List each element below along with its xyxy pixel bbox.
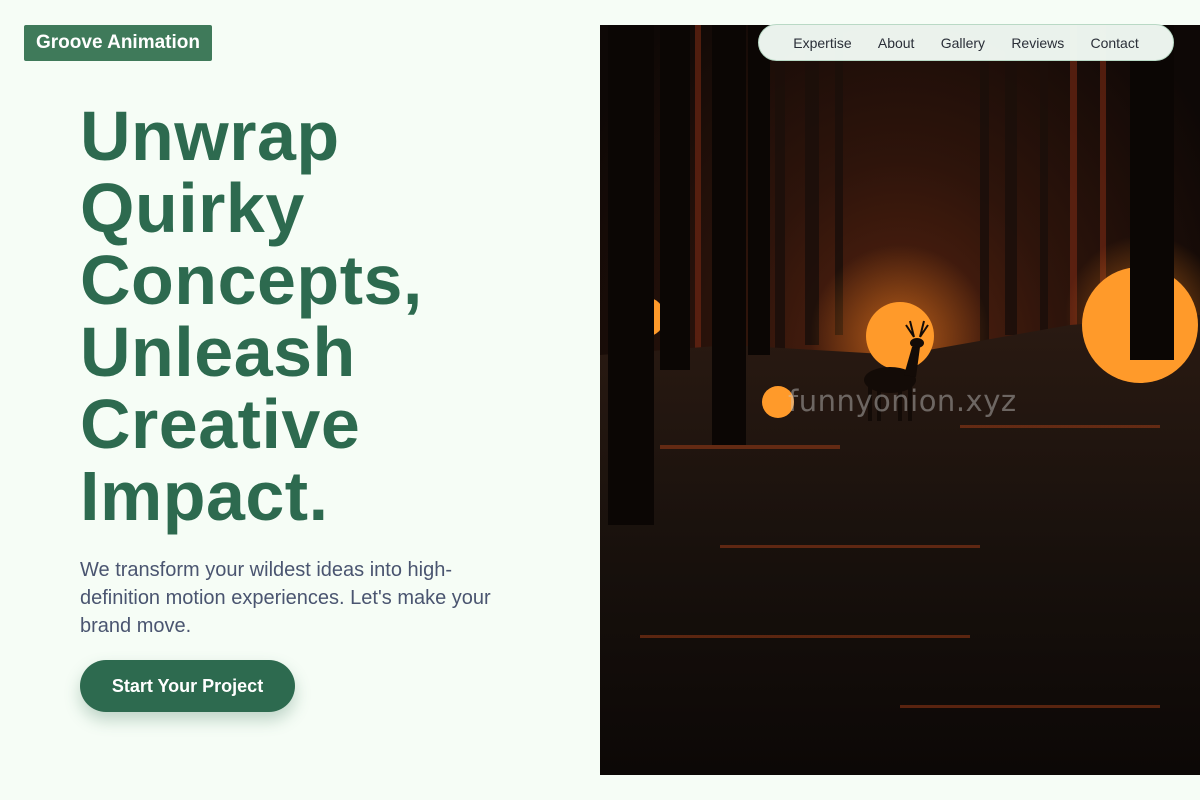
hero-subtext: We transform your wildest ideas into hig… [80, 559, 491, 637]
hero-headline: Unwrap Quirky Concepts, Unleash Creative… [80, 100, 580, 532]
headline-line: Impact. [80, 457, 329, 535]
headline-line: Unwrap [80, 97, 340, 175]
top-navigation: Expertise About Gallery Reviews Contact [758, 24, 1174, 61]
image-watermark: funnyonion.xyz [788, 384, 1017, 418]
nav-item-gallery[interactable]: Gallery [941, 35, 985, 51]
headline-line: Unleash [80, 313, 356, 391]
headline-line: Concepts, [80, 241, 423, 319]
headline-line: Creative [80, 385, 361, 463]
landing-page: Groove Animation Unwrap Quirky Concepts,… [0, 0, 1200, 800]
nav-item-about[interactable]: About [878, 35, 915, 51]
brand-logo[interactable]: Groove Animation [24, 25, 212, 61]
start-project-button[interactable]: Start Your Project [80, 660, 295, 712]
nav-item-reviews[interactable]: Reviews [1011, 35, 1064, 51]
nav-item-contact[interactable]: Contact [1090, 35, 1138, 51]
nav-item-expertise[interactable]: Expertise [793, 35, 851, 51]
headline-line: Quirky [80, 169, 305, 247]
